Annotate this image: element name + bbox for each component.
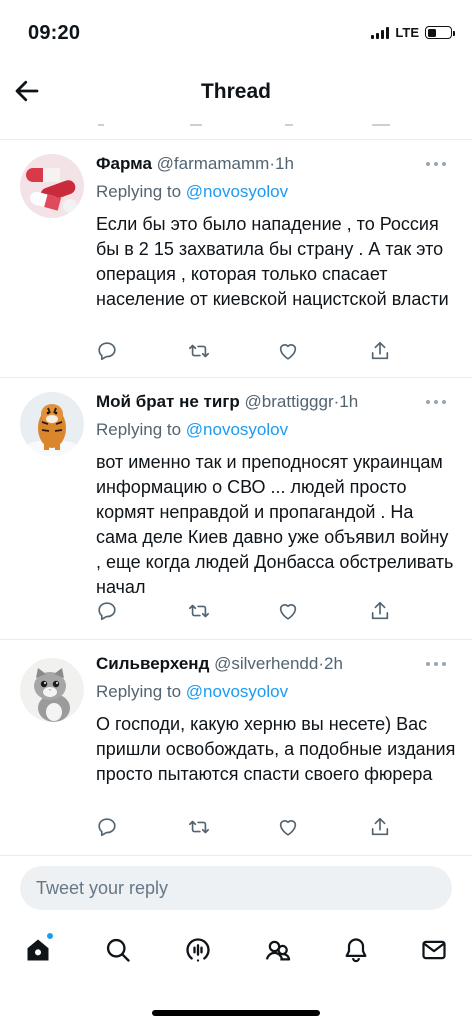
cat-avatar[interactable]: [20, 658, 84, 722]
notifications-icon: [345, 938, 367, 963]
tweet-reply-input[interactable]: [20, 866, 452, 910]
previous-tweet-fragment: [0, 120, 472, 140]
status-time: 09:20: [28, 22, 81, 44]
share-button[interactable]: [369, 600, 393, 624]
search-icon: [106, 938, 130, 962]
tweet-item[interactable]: Мой брат не тигр @brattigggr·1h Replying…: [0, 378, 472, 640]
more-options-button[interactable]: [426, 398, 450, 406]
mention-link[interactable]: @novosyolov: [186, 420, 288, 439]
replying-prefix: Replying to: [96, 682, 182, 701]
reply-icon: [98, 602, 116, 621]
retweet-icon: [189, 604, 209, 618]
tweet-actions: [96, 340, 396, 364]
signal-icon: [371, 26, 390, 39]
mention-link[interactable]: @novosyolov: [186, 182, 288, 201]
notification-dot: [46, 932, 54, 940]
heart-icon: [279, 820, 297, 836]
tweet-item[interactable]: Фарма @farmamamm·1h Replying to @novosyo…: [0, 140, 472, 378]
communities-icon: [265, 940, 291, 961]
tweet-header: Мой брат не тигр @brattigggr·1h: [96, 392, 420, 412]
replying-to: Replying to @novosyolov: [96, 420, 288, 440]
author-handle[interactable]: @farmamamm: [157, 154, 270, 173]
share-icon: [371, 817, 389, 836]
tweet-header: Фарма @farmamamm·1h: [96, 154, 420, 174]
tweet-text: Если бы это было нападение , то Россия б…: [96, 214, 449, 309]
tab-communities[interactable]: [260, 932, 296, 968]
battery-icon: [425, 26, 455, 39]
author-name[interactable]: Фарма: [96, 154, 152, 173]
like-button[interactable]: [277, 340, 301, 364]
bottom-tab-bar: [0, 920, 472, 980]
share-icon: [371, 341, 389, 360]
replying-to: Replying to @novosyolov: [96, 682, 288, 702]
heart-icon: [279, 344, 297, 360]
share-button[interactable]: [369, 816, 393, 840]
tweet-item[interactable]: Сильверхенд @silverhendd·2h Replying to …: [0, 640, 472, 856]
tab-notifications[interactable]: [338, 932, 374, 968]
reply-button[interactable]: [96, 600, 120, 624]
pills-avatar[interactable]: [20, 154, 84, 218]
messages-icon: [422, 940, 446, 960]
retweet-button[interactable]: [188, 816, 212, 840]
reply-icon: [98, 342, 116, 361]
page-title: Thread: [200, 80, 271, 103]
tweet-time: 1h: [275, 154, 294, 173]
network-type: LTE: [395, 25, 419, 40]
retweet-icon: [189, 820, 209, 834]
heart-icon: [279, 604, 297, 620]
tab-messages[interactable]: [416, 932, 452, 968]
tweet-time: 2h: [323, 654, 343, 673]
tweet-header: Сильверхенд @silverhendd·2h: [96, 654, 420, 674]
reply-button[interactable]: [96, 816, 120, 840]
like-button[interactable]: [277, 600, 301, 624]
tab-search[interactable]: [100, 932, 136, 968]
author-name[interactable]: Сильверхенд: [96, 654, 209, 673]
mention-link[interactable]: @novosyolov: [186, 682, 288, 701]
author-handle[interactable]: @silverhendd: [214, 654, 318, 673]
reply-button[interactable]: [96, 340, 120, 364]
retweet-icon: [189, 344, 209, 358]
tweet-text: О господи, какую херню вы несете) Вас пр…: [96, 714, 456, 784]
home-indicator[interactable]: [152, 1010, 320, 1016]
tiger-avatar[interactable]: [20, 392, 84, 456]
replying-prefix: Replying to: [96, 420, 182, 439]
more-options-button[interactable]: [426, 160, 450, 168]
tweet-actions: [96, 600, 396, 624]
replying-prefix: Replying to: [96, 182, 182, 201]
nav-bar: Thread: [0, 62, 472, 120]
reply-bar: [20, 866, 452, 910]
replying-to: Replying to @novosyolov: [96, 182, 288, 202]
retweet-button[interactable]: [188, 340, 212, 364]
retweet-button[interactable]: [188, 600, 212, 624]
status-indicators: LTE: [371, 25, 455, 40]
tweet-actions: [96, 816, 396, 840]
reply-icon: [98, 818, 116, 837]
home-icon: [27, 939, 49, 961]
status-bar: 09:20 LTE: [0, 0, 472, 62]
more-options-button[interactable]: [426, 660, 450, 668]
author-name[interactable]: Мой брат не тигр: [96, 392, 240, 411]
tab-spaces[interactable]: [180, 932, 216, 968]
spaces-icon: [186, 938, 210, 962]
share-icon: [371, 601, 389, 620]
tweet-time: 1h: [339, 392, 359, 411]
like-button[interactable]: [277, 816, 301, 840]
author-handle[interactable]: @brattigggr: [245, 392, 334, 411]
tab-home[interactable]: [20, 932, 56, 968]
tweet-text: вот именно так и преподносят украинцам и…: [96, 452, 454, 597]
share-button[interactable]: [369, 340, 393, 364]
